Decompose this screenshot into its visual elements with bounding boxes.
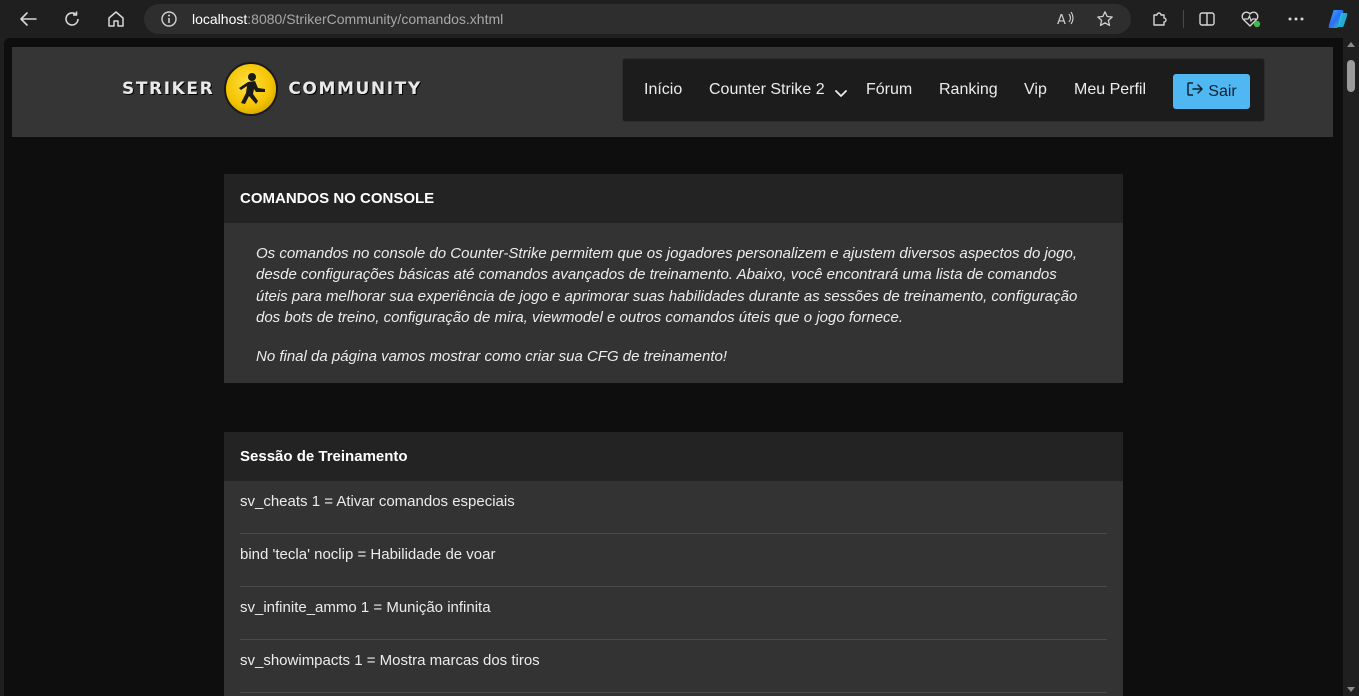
svg-text:A: A (1057, 13, 1066, 28)
command-item: bind 'tecla' noclip = Habilidade de voar (224, 534, 1123, 587)
more-icon[interactable] (1283, 6, 1309, 32)
url-text: localhost:8080/StrikerCommunity/comandos… (192, 11, 504, 27)
read-aloud-icon[interactable]: A (1056, 10, 1076, 33)
site-header: STRIKER COMMUNITY Início Counter Strike … (12, 47, 1333, 137)
counter-terrorist-emblem-icon (224, 62, 279, 116)
sign-out-icon (1186, 81, 1204, 102)
logo-word-striker: STRIKER (122, 79, 215, 99)
intro-card: COMANDOS NO CONSOLE Os comandos no conso… (224, 174, 1123, 383)
nav-ranking[interactable]: Ranking (939, 81, 998, 99)
address-bar[interactable]: localhost:8080/StrikerCommunity/comandos… (144, 4, 1131, 34)
nav-forum[interactable]: Fórum (866, 81, 912, 99)
page-viewport: STRIKER COMMUNITY Início Counter Strike … (4, 38, 1343, 696)
back-icon[interactable] (14, 6, 42, 32)
nav-inicio[interactable]: Início (644, 81, 682, 99)
intro-paragraph: Os comandos no console do Counter-Strike… (256, 245, 1078, 326)
command-list: sv_cheats 1 = Ativar comandos especiais … (224, 481, 1123, 693)
copilot-icon[interactable] (1325, 6, 1351, 32)
nav-meu-perfil[interactable]: Meu Perfil (1074, 81, 1146, 99)
refresh-icon[interactable] (58, 6, 86, 32)
home-icon[interactable] (102, 6, 130, 32)
chevron-down-icon[interactable] (835, 85, 847, 103)
nav-vip[interactable]: Vip (1024, 81, 1047, 99)
sair-button[interactable]: Sair (1173, 74, 1250, 109)
command-item: sv_cheats 1 = Ativar comandos especiais (224, 481, 1123, 534)
intro-paragraph-cfg: No final da página vamos mostrar como cr… (256, 348, 728, 366)
scroll-up-arrow-icon[interactable] (1347, 42, 1355, 47)
browser-essentials-icon[interactable] (1238, 6, 1264, 32)
main-nav: Início Counter Strike 2 Fórum Ranking Vi… (622, 58, 1265, 122)
site-logo[interactable]: STRIKER COMMUNITY (122, 59, 422, 119)
intro-card-title: COMANDOS NO CONSOLE (224, 174, 1123, 223)
split-screen-icon[interactable] (1194, 6, 1220, 32)
toolbar-divider (1183, 10, 1184, 28)
scroll-thumb[interactable] (1347, 60, 1355, 92)
page-scrollbar[interactable] (1343, 38, 1359, 696)
command-item: sv_showimpacts 1 = Mostra marcas dos tir… (224, 640, 1123, 693)
scroll-down-arrow-icon[interactable] (1347, 687, 1355, 692)
favorite-icon[interactable] (1096, 10, 1114, 33)
sair-label: Sair (1208, 82, 1237, 100)
browser-toolbar: localhost:8080/StrikerCommunity/comandos… (0, 0, 1359, 38)
nav-counter-strike[interactable]: Counter Strike 2 (709, 81, 825, 99)
command-item: sv_infinite_ammo 1 = Munição infinita (224, 587, 1123, 640)
training-card: Sessão de Treinamento sv_cheats 1 = Ativ… (224, 432, 1123, 696)
logo-word-community: COMMUNITY (288, 79, 422, 99)
extensions-icon[interactable] (1146, 6, 1172, 32)
intro-card-body: Os comandos no console do Counter-Strike… (224, 223, 1123, 383)
info-icon[interactable] (160, 10, 178, 33)
training-card-title: Sessão de Treinamento (224, 432, 1123, 481)
